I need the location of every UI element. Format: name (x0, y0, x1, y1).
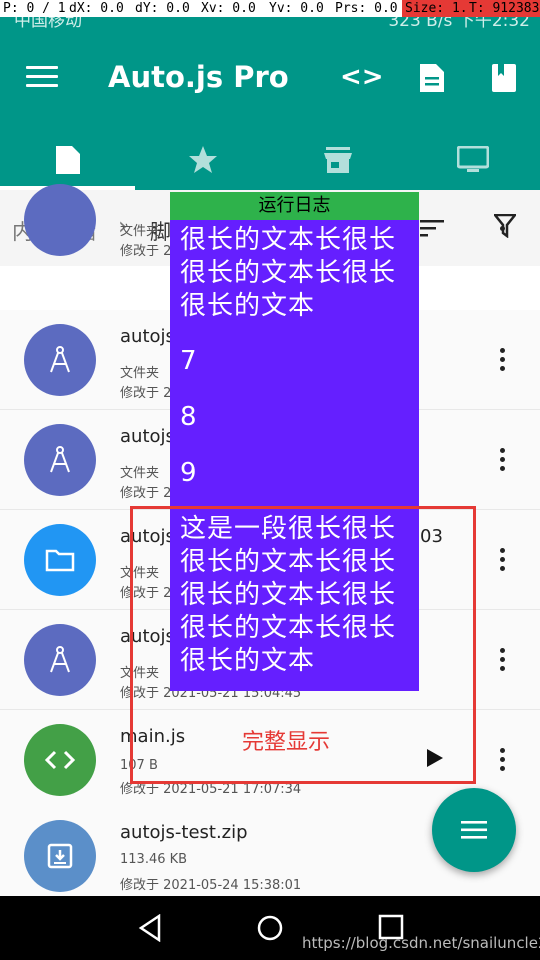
code-file-icon (24, 724, 96, 796)
star-icon (188, 146, 217, 173)
menu-icon[interactable] (26, 66, 58, 94)
debug-xv: Xv: 0.0 (198, 0, 266, 17)
folder-icon (24, 524, 96, 596)
code-icon[interactable]: <> (340, 62, 384, 92)
menu-lines-icon (461, 821, 487, 839)
item-name: autojs (120, 426, 175, 447)
debug-time: T: 912383 (466, 0, 540, 17)
item-name: autojs-test.zip (120, 822, 248, 843)
compass-icon (24, 324, 96, 396)
item-modified: 修改于 2 (120, 486, 172, 501)
log-window-title[interactable]: 运行日志 (170, 192, 419, 220)
debug-pointer: P: 0 / 1 (0, 0, 66, 17)
compass-icon (24, 184, 96, 256)
debug-prs: Prs: 0.0 (332, 0, 402, 17)
home-icon[interactable] (256, 914, 284, 942)
app-bar: Auto.js Pro <> (0, 34, 540, 190)
more-icon[interactable] (500, 648, 508, 675)
back-icon[interactable] (138, 914, 162, 942)
more-icon[interactable] (500, 448, 508, 475)
log-line: 9 (180, 458, 198, 488)
more-icon[interactable] (500, 748, 508, 775)
tab-scripts[interactable] (0, 130, 135, 190)
log-line: 8 (180, 402, 198, 432)
item-modified: 修改于 2 (120, 386, 172, 401)
debug-yv: Yv: 0.0 (266, 0, 332, 17)
archive-icon (24, 820, 96, 892)
item-name: autojs (120, 326, 175, 347)
monitor-icon (456, 146, 489, 172)
tab-store[interactable] (270, 130, 405, 190)
log-line: 7 (180, 346, 198, 376)
file-icon (55, 146, 80, 174)
item-type: 文件夹 (120, 224, 160, 239)
store-icon (323, 147, 352, 173)
debug-size: Size: 1.0 (402, 0, 466, 17)
tab-bar (0, 130, 540, 190)
item-type: 113.46 KB (120, 852, 188, 867)
item-modified: 修改于 2 (120, 244, 172, 259)
tab-devices[interactable] (405, 130, 540, 190)
log-line: 很长的文本长很长很长的文本长很长很长的文本 (180, 225, 397, 321)
fab-menu-button[interactable] (432, 788, 516, 872)
pointer-debug-bar: P: 0 / 1 dX: 0.0 dY: 0.0 Xv: 0.0 Yv: 0.0… (0, 0, 540, 17)
play-icon[interactable] (426, 748, 444, 768)
compass-icon (24, 424, 96, 496)
item-type: 文件夹 (120, 366, 160, 381)
tab-starred[interactable] (135, 130, 270, 190)
more-icon[interactable] (500, 548, 508, 575)
more-icon[interactable] (500, 226, 508, 235)
debug-dy: dY: 0.0 (132, 0, 198, 17)
more-icon[interactable] (500, 348, 508, 375)
item-modified: 修改于 2021-05-24 15:38:01 (120, 878, 302, 893)
app-title: Auto.js Pro (108, 60, 289, 94)
watermark-text: https://blog.csdn.net/snailuncle2 (302, 934, 540, 952)
status-bar: 中国移动 323 B/s 下午2:32 P: 0 / 1 dX: 0.0 dY:… (0, 0, 540, 34)
book-icon[interactable] (490, 62, 518, 94)
annotation-label: 完整显示 (242, 730, 331, 755)
compass-icon (24, 624, 96, 696)
document-icon[interactable] (418, 62, 446, 94)
item-type: 文件夹 (120, 466, 160, 481)
debug-dx: dX: 0.0 (66, 0, 132, 17)
